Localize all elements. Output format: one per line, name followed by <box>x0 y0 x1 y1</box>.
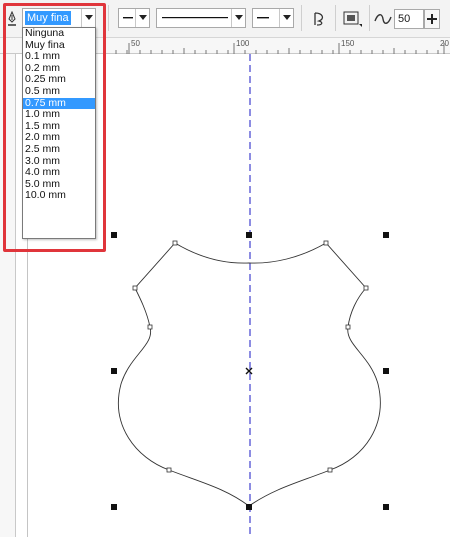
selection-handles[interactable] <box>111 232 389 510</box>
dropdown-item[interactable]: 4.0 mm <box>23 167 95 179</box>
dropdown-item[interactable]: 0.5 mm <box>23 85 95 98</box>
outline-width-dropdown[interactable]: Ninguna Muy fina 0.1 mm 0.2 mm 0.25 mm 0… <box>22 27 96 239</box>
dropdown-item[interactable]: Ninguna <box>23 27 95 40</box>
dropdown-item[interactable]: 2.5 mm <box>23 143 95 156</box>
center-x-icon[interactable] <box>245 367 253 375</box>
dropdown-item[interactable]: 10.0 mm <box>23 190 95 202</box>
dropdown-item[interactable]: 1.0 mm <box>23 109 95 121</box>
